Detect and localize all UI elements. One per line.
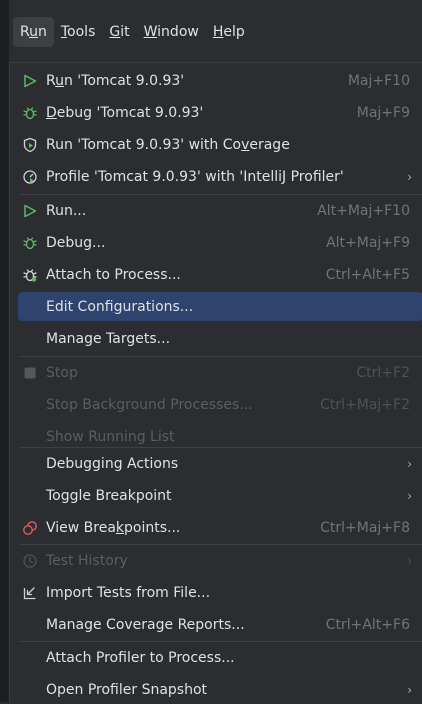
- menu-item-stop-background-processes[interactable]: Stop Background Processes... Ctrl+Maj+F2: [18, 390, 422, 419]
- shortcut-label: Alt+Maj+F10: [317, 202, 410, 219]
- menu-window[interactable]: Window: [137, 17, 206, 47]
- shortcut-label: Maj+F10: [347, 72, 410, 89]
- menu-separator: [19, 356, 422, 357]
- menu-run[interactable]: Run: [13, 17, 54, 47]
- menu-item-debug-tomcat[interactable]: Debug 'Tomcat 9.0.93' Maj+F9: [18, 98, 422, 127]
- submenu-arrow-icon: ›: [407, 682, 412, 697]
- menu-item-debugging-actions[interactable]: Debugging Actions ›: [18, 449, 422, 478]
- shortcut-label: Ctrl+Alt+F6: [325, 616, 410, 633]
- menu-item-import-tests[interactable]: Import Tests from File...: [18, 578, 422, 607]
- left-edge-strip: [0, 0, 9, 702]
- submenu-arrow-icon: ›: [407, 553, 412, 568]
- menu-item-stop[interactable]: Stop Ctrl+F2: [18, 358, 422, 387]
- shortcut-label: Ctrl+F2: [356, 364, 410, 381]
- menu-item-attach-to-process[interactable]: Attach to Process... Ctrl+Alt+F5: [18, 260, 422, 289]
- attach-bug-icon: [21, 266, 39, 284]
- stop-square-icon: [21, 364, 39, 382]
- menu-item-view-breakpoints[interactable]: View Breakpoints... Ctrl+Maj+F8: [18, 513, 422, 542]
- menu-item-manage-coverage-reports[interactable]: Manage Coverage Reports... Ctrl+Alt+F6: [18, 610, 422, 639]
- menu-separator: [19, 544, 422, 545]
- breakpoints-icon: [21, 519, 39, 537]
- menu-item-run-with-coverage[interactable]: Run 'Tomcat 9.0.93' with Coverage: [18, 130, 422, 159]
- debug-bug-icon: [21, 104, 39, 122]
- submenu-arrow-icon: ›: [407, 456, 412, 471]
- menu-item-manage-targets[interactable]: Manage Targets...: [18, 324, 422, 353]
- debug-bug-icon: [21, 234, 39, 252]
- shortcut-label: Alt+Maj+F9: [326, 234, 410, 251]
- menu-bar: Run Tools Git Window Help: [9, 0, 422, 62]
- menu-item-test-history[interactable]: Test History ›: [18, 546, 422, 575]
- shortcut-label: Ctrl+Maj+F8: [320, 519, 410, 536]
- menu-item-attach-profiler[interactable]: Attach Profiler to Process...: [18, 643, 422, 672]
- run-menu-popup: Run 'Tomcat 9.0.93' Maj+F10 Debug 'Tomca…: [9, 62, 422, 703]
- menu-item-debug-ellipsis[interactable]: Debug... Alt+Maj+F9: [18, 228, 422, 257]
- menu-item-open-profiler-snapshot[interactable]: Open Profiler Snapshot ›: [18, 675, 422, 704]
- submenu-arrow-icon: ›: [407, 488, 412, 503]
- menu-git[interactable]: Git: [102, 17, 136, 47]
- import-arrow-icon: [21, 584, 39, 602]
- menu-item-toggle-breakpoint[interactable]: Toggle Breakpoint ›: [18, 481, 422, 510]
- menu-item-run-ellipsis[interactable]: Run... Alt+Maj+F10: [18, 196, 422, 225]
- profiler-gauge-icon: [21, 168, 39, 186]
- shortcut-label: Maj+F9: [356, 104, 410, 121]
- menu-item-profile-tomcat[interactable]: Profile 'Tomcat 9.0.93' with 'IntelliJ P…: [18, 162, 422, 191]
- run-triangle-icon: [21, 202, 39, 220]
- shortcut-label: Ctrl+Maj+F2: [320, 396, 410, 413]
- menu-item-run-tomcat[interactable]: Run 'Tomcat 9.0.93' Maj+F10: [18, 66, 422, 95]
- menu-help[interactable]: Help: [206, 17, 252, 47]
- shortcut-label: Ctrl+Alt+F5: [325, 266, 410, 283]
- menu-separator: [19, 447, 422, 448]
- menu-item-edit-configurations[interactable]: Edit Configurations...: [18, 292, 422, 321]
- run-triangle-icon: [21, 72, 39, 90]
- history-clock-icon: [21, 552, 39, 570]
- coverage-shield-icon: [21, 136, 39, 154]
- menu-separator: [19, 641, 422, 642]
- submenu-arrow-icon: ›: [407, 169, 412, 184]
- menu-tools[interactable]: Tools: [54, 17, 103, 47]
- menu-separator: [19, 194, 422, 195]
